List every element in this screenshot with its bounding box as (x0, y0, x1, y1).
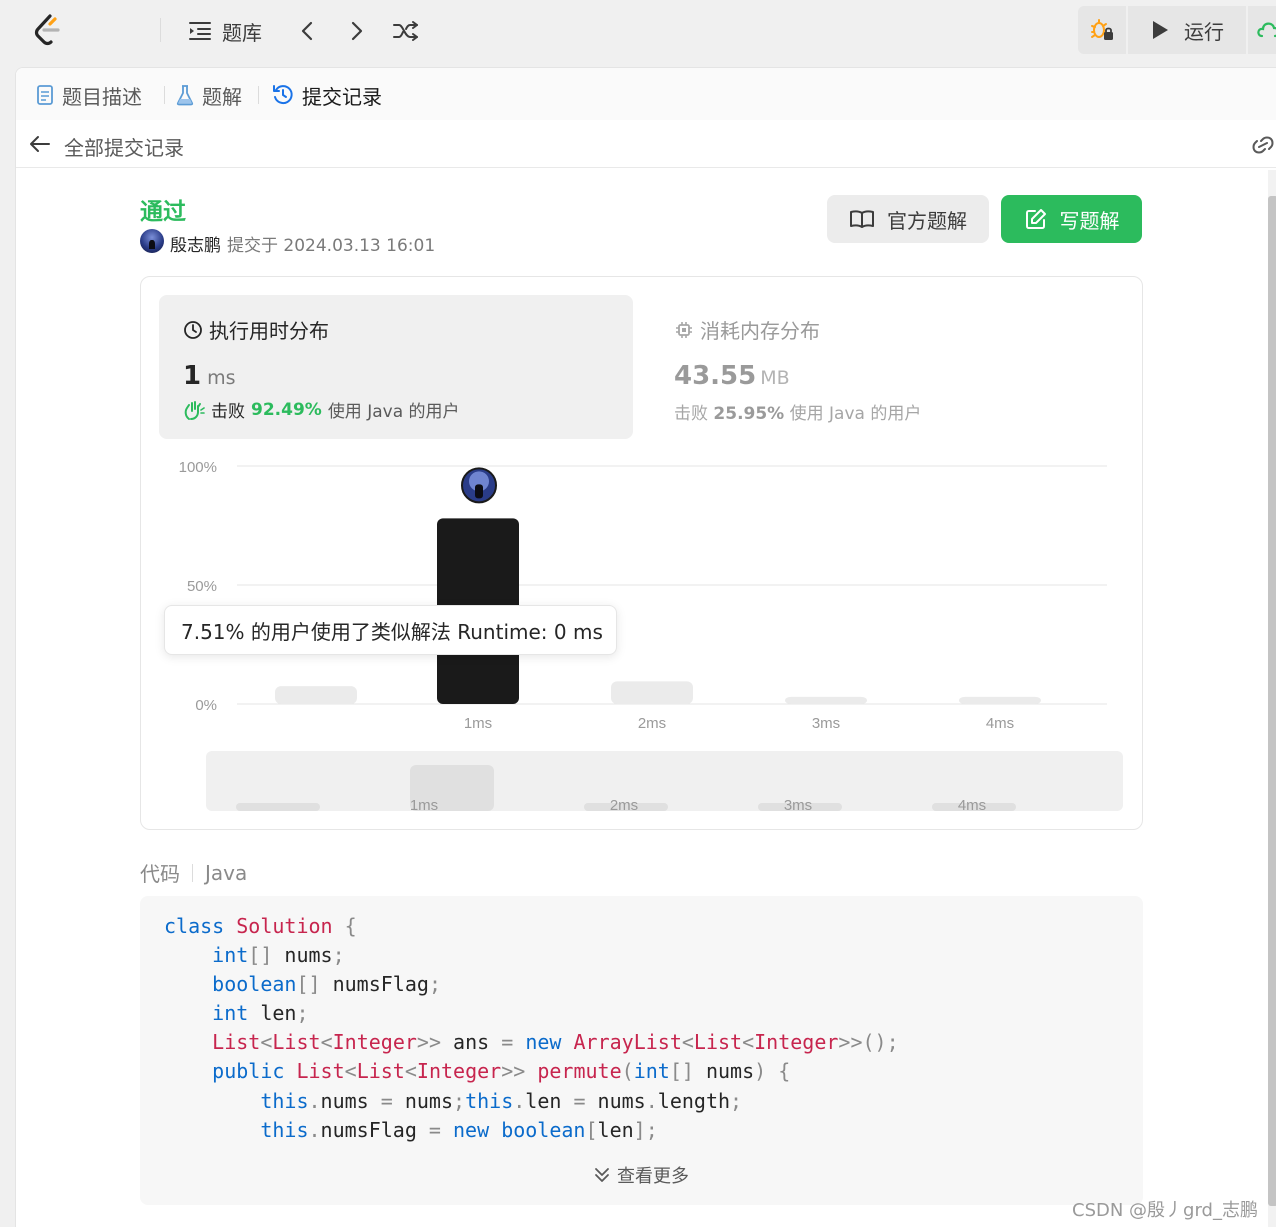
code-header-divider (192, 863, 193, 882)
code-header: 代码 Java (140, 858, 247, 887)
tab-divider (258, 86, 259, 104)
y-tick-label: 0% (195, 697, 217, 714)
shuffle-icon (393, 21, 418, 41)
performance-card: 执行用时分布 1 ms 击败 92.49% 使用 Java 的用户 消耗内存分布… (140, 276, 1143, 830)
book-open-icon (850, 210, 874, 228)
bug-lock-icon (1091, 19, 1113, 40)
navbar-divider (160, 18, 161, 42)
play-icon (1153, 21, 1168, 39)
submission-time: 提交于 2024.03.13 16:01 (227, 236, 436, 256)
avatar[interactable] (140, 229, 164, 253)
show-more-label: 查看更多 (617, 1166, 689, 1187)
panel-tabs: 题目描述 题解 提交记录 (16, 68, 1276, 120)
chart-bar (785, 696, 867, 704)
official-solution-button[interactable]: 官方题解 (827, 195, 989, 243)
code-line: List<List<Integer>> ans = new ArrayList<… (212, 1030, 899, 1054)
prev-problem-button[interactable] (292, 14, 322, 48)
submission-panel: 题目描述 题解 提交记录 全部提交记录 通过 殷志鹏 提交于 2024.03.1… (15, 67, 1276, 1227)
navigator-label: 2ms (610, 797, 638, 814)
top-navbar: 题库 运行 (0, 0, 1276, 62)
scrollbar-thumb[interactable] (1268, 196, 1276, 1206)
submission-meta: 殷志鹏 提交于 2024.03.13 16:01 (170, 231, 435, 256)
chart-bar (275, 686, 357, 704)
history-icon (273, 85, 293, 105)
navigator-bar (236, 803, 320, 811)
navigator-label: 1ms (410, 797, 438, 814)
tab-solutions[interactable]: 题解 (176, 78, 242, 112)
cloud-upload-icon (1257, 22, 1276, 38)
edit-icon (1025, 209, 1046, 229)
code-line: int len; (212, 1001, 309, 1025)
leetcode-logo-icon[interactable] (30, 12, 66, 48)
back-arrow-icon[interactable] (28, 132, 52, 156)
chart-bar (611, 681, 693, 704)
chevron-left-icon (301, 21, 313, 41)
tab-solutions-label: 题解 (202, 84, 242, 109)
code-label: 代码 (140, 862, 180, 886)
y-tick-label: 50% (187, 578, 217, 595)
x-tick-label: 2ms (638, 715, 666, 732)
tab-description-label: 题目描述 (62, 84, 142, 109)
avatar (475, 484, 483, 499)
write-solution-label: 写题解 (1059, 208, 1120, 233)
watermark: CSDN @殷丿grd_志鹏 (1072, 1200, 1258, 1221)
tab-description[interactable]: 题目描述 (36, 78, 142, 112)
code-line: class Solution { (164, 914, 357, 938)
code-line: int[] nums; (212, 943, 345, 967)
chart-tooltip: 7.51% 的用户使用了类似解法 Runtime: 0 ms (164, 605, 617, 655)
chevron-right-icon (351, 21, 363, 41)
problemset-label: 题库 (222, 20, 262, 45)
link-icon[interactable] (1250, 134, 1276, 156)
run-label: 运行 (1184, 19, 1224, 44)
submission-status: 通过 (140, 199, 186, 225)
run-button[interactable]: 运行 (1128, 6, 1246, 54)
code-line: boolean[] numsFlag; (212, 972, 441, 996)
write-solution-button[interactable]: 写题解 (1001, 195, 1142, 243)
back-row: 全部提交记录 (16, 120, 1276, 168)
code-block[interactable]: class Solution { int[] nums; boolean[] n… (140, 896, 1143, 1205)
list-indent-icon (189, 22, 211, 40)
code-line: this.nums = nums;this.len = nums.length; (260, 1089, 743, 1113)
debug-button[interactable] (1078, 6, 1126, 54)
tab-submissions-label: 提交记录 (302, 84, 382, 109)
runtime-distribution-chart[interactable]: 100% 50% 0% 1ms 2ms 3ms 4ms 1ms 2ms 3ms 4ms (141, 277, 1142, 829)
official-solution-label: 官方题解 (887, 208, 967, 233)
username[interactable]: 殷志鹏 (170, 236, 221, 256)
flask-icon (176, 85, 194, 106)
tab-submissions[interactable]: 提交记录 (272, 78, 382, 112)
navigator-label: 4ms (958, 797, 986, 814)
y-tick-label: 100% (179, 459, 217, 476)
random-problem-button[interactable] (390, 14, 422, 48)
tab-divider (164, 86, 165, 104)
x-tick-label: 4ms (986, 715, 1014, 732)
double-chevron-down-icon (595, 1168, 609, 1182)
chart-bar (959, 696, 1041, 704)
problemset-button[interactable]: 题库 (188, 14, 262, 48)
x-tick-label: 1ms (464, 715, 492, 732)
code-line: this.numsFlag = new boolean[len]; (260, 1118, 658, 1142)
x-tick-label: 3ms (812, 715, 840, 732)
code-line: public List<List<Integer>> permute(int[]… (212, 1059, 791, 1083)
document-icon (37, 85, 53, 105)
submit-button[interactable] (1248, 6, 1276, 54)
all-submissions-link[interactable]: 全部提交记录 (64, 132, 184, 161)
navigator-label: 3ms (784, 797, 812, 814)
next-problem-button[interactable] (342, 14, 372, 48)
code-language: Java (205, 860, 248, 885)
show-more-button[interactable]: 查看更多 (593, 1162, 689, 1188)
